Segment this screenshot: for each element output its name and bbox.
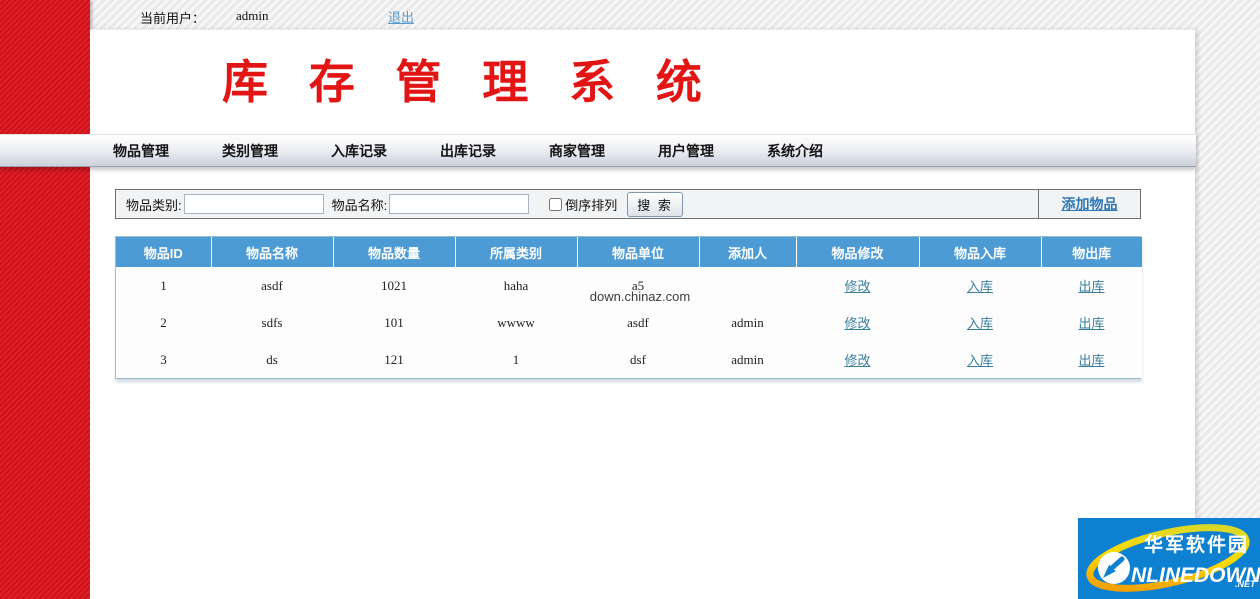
left-red-sidebar	[0, 0, 90, 599]
search-button[interactable]: 搜 索	[627, 192, 683, 217]
reverse-sort-label: 倒序排列	[565, 195, 617, 214]
column-header-qty: 物品数量	[333, 237, 455, 267]
nav-item-inbound[interactable]: 入库记录	[331, 141, 387, 161]
current-user-label: 当前用户：	[140, 8, 205, 27]
stock-out-link[interactable]: 出库	[1078, 316, 1104, 331]
cell-name: asdf	[211, 267, 333, 304]
stock-in-link[interactable]: 入库	[967, 316, 993, 331]
nav-item-outbound[interactable]: 出库记录	[440, 141, 496, 161]
stock-in-link[interactable]: 入库	[967, 279, 993, 294]
column-header-adder: 添加人	[699, 237, 796, 267]
page-title: 库 存 管 理 系 统	[222, 46, 716, 112]
table-header-row: 物品ID 物品名称 物品数量 所属类别 物品单位 添加人 物品修改 物品入库 物…	[116, 237, 1142, 267]
item-name-label: 物品名称:	[332, 195, 388, 214]
table-row: 2 sdfs 101 wwww asdf admin 修改 入库 出库	[116, 304, 1142, 341]
table-row: 3 ds 121 1 dsf admin 修改 入库 出库	[116, 341, 1142, 378]
nav-item-about[interactable]: 系统介绍	[767, 141, 823, 161]
nav-item-user[interactable]: 用户管理	[658, 141, 714, 161]
cell-name: ds	[211, 341, 333, 378]
topbar: 当前用户： admin 退出	[90, 0, 1260, 29]
cell-category: haha	[455, 267, 577, 304]
cell-adder: admin	[699, 304, 796, 341]
column-header-out: 物出库	[1041, 237, 1142, 267]
stock-out-link[interactable]: 出库	[1078, 279, 1104, 294]
cell-id: 3	[116, 341, 211, 378]
column-header-unit: 物品单位	[577, 237, 699, 267]
onlinedown-logo: 华军软件园 NLINEDOWN .NET	[1078, 518, 1260, 599]
page: 当前用户： admin 退出 库 存 管 理 系 统 物品管理 类别管理 入库记…	[0, 0, 1260, 599]
column-header-category: 所属类别	[455, 237, 577, 267]
logo-suffix: .NET	[1235, 579, 1257, 589]
column-header-modify: 物品修改	[796, 237, 919, 267]
current-user-value: admin	[236, 8, 269, 24]
stock-out-link[interactable]: 出库	[1078, 353, 1104, 368]
logout-link[interactable]: 退出	[388, 7, 414, 26]
cell-category: 1	[455, 341, 577, 378]
nav-item-goods[interactable]: 物品管理	[113, 141, 169, 161]
search-fields: 物品类别: 物品名称: 倒序排列 搜 索	[116, 190, 1038, 218]
cell-qty: 121	[333, 341, 455, 378]
nav-item-category[interactable]: 类别管理	[222, 141, 278, 161]
cell-qty: 1021	[333, 267, 455, 304]
modify-link[interactable]: 修改	[844, 316, 870, 331]
reverse-sort-checkbox[interactable]	[549, 198, 562, 211]
cell-unit: asdf	[577, 304, 699, 341]
modify-link[interactable]: 修改	[844, 279, 870, 294]
category-input[interactable]	[184, 194, 324, 214]
category-label: 物品类别:	[126, 195, 182, 214]
cell-qty: 101	[333, 304, 455, 341]
cell-unit: dsf	[577, 341, 699, 378]
cell-adder: admin	[699, 341, 796, 378]
chinaz-watermark: down.chinaz.com	[590, 289, 690, 304]
main-nav: 物品管理 类别管理 入库记录 出库记录 商家管理 用户管理 系统介绍	[0, 134, 1196, 167]
cell-adder	[699, 267, 796, 304]
column-header-name: 物品名称	[211, 237, 333, 267]
cell-name: sdfs	[211, 304, 333, 341]
add-item-link[interactable]: 添加物品	[1062, 194, 1118, 214]
column-header-in: 物品入库	[919, 237, 1041, 267]
cell-category: wwww	[455, 304, 577, 341]
logo-arrow-icon	[1098, 552, 1130, 584]
column-header-id: 物品ID	[116, 237, 211, 267]
add-item-cell: 添加物品	[1038, 190, 1140, 218]
cell-id: 1	[116, 267, 211, 304]
modify-link[interactable]: 修改	[844, 353, 870, 368]
stock-in-link[interactable]: 入库	[967, 353, 993, 368]
logo-text-cn: 华军软件园	[1144, 533, 1249, 556]
goods-table: 物品ID 物品名称 物品数量 所属类别 物品单位 添加人 物品修改 物品入库 物…	[115, 236, 1141, 379]
item-name-input[interactable]	[389, 194, 529, 214]
nav-item-merchant[interactable]: 商家管理	[549, 141, 605, 161]
search-toolbar: 物品类别: 物品名称: 倒序排列 搜 索 添加物品	[115, 189, 1141, 219]
cell-id: 2	[116, 304, 211, 341]
